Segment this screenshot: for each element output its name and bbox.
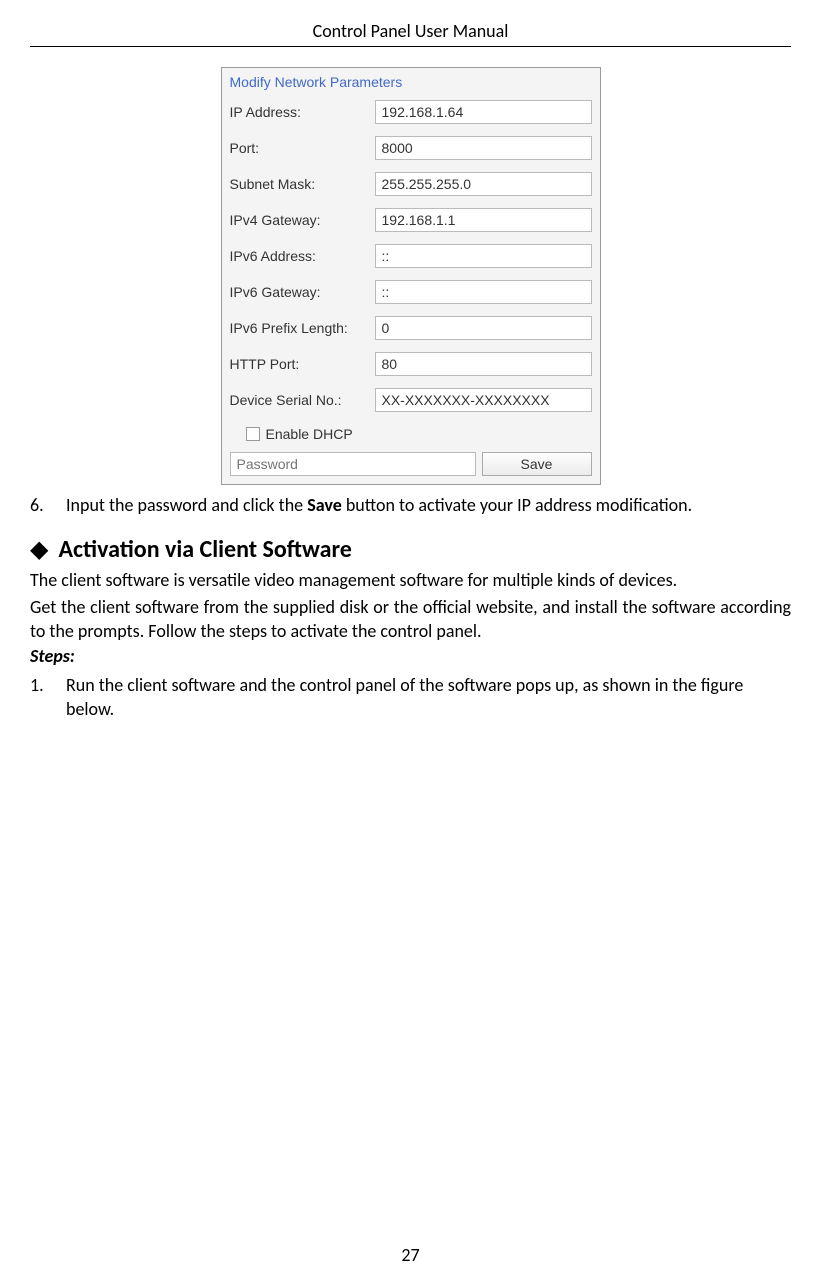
dhcp-row: Enable DHCP <box>222 420 600 448</box>
field-label: Port: <box>230 140 375 156</box>
field-label: IPv6 Address: <box>230 248 375 264</box>
field-label: IPv6 Gateway: <box>230 284 375 300</box>
section-title: Activation via Client Software <box>58 535 351 564</box>
network-parameters-panel: Modify Network Parameters IP Address: Po… <box>221 67 601 485</box>
field-http-port: HTTP Port: <box>222 348 600 384</box>
field-ip-address: IP Address: <box>222 96 600 132</box>
field-subnet-mask: Subnet Mask: <box>222 168 600 204</box>
page-number: 27 <box>0 1244 821 1266</box>
step-number: 1. <box>30 673 66 722</box>
header-title: Control Panel User Manual <box>313 20 509 42</box>
ipv6-address-input[interactable] <box>375 244 592 268</box>
field-serial-no: Device Serial No.: <box>222 384 600 420</box>
section-header: ◆ Activation via Client Software <box>30 535 791 564</box>
step-1: 1. Run the client software and the contr… <box>30 673 791 722</box>
save-button[interactable]: Save <box>482 452 592 476</box>
field-label: IPv4 Gateway: <box>230 212 375 228</box>
field-label: IP Address: <box>230 104 375 120</box>
bottom-row: Save <box>222 448 600 484</box>
diamond-icon: ◆ <box>30 538 48 562</box>
field-ipv6-gateway: IPv6 Gateway: <box>222 276 600 312</box>
field-label: HTTP Port: <box>230 356 375 372</box>
field-label: IPv6 Prefix Length: <box>230 320 375 336</box>
section-para-1: The client software is versatile video m… <box>30 568 791 592</box>
ipv6-gateway-input[interactable] <box>375 280 592 304</box>
step-text: Input the password and click the Save bu… <box>66 493 791 517</box>
step-text-before: Input the password and click the <box>66 494 307 516</box>
dhcp-label: Enable DHCP <box>266 426 353 442</box>
port-input[interactable] <box>375 136 592 160</box>
ipv6-prefix-input[interactable] <box>375 316 592 340</box>
step-text: Run the client software and the control … <box>66 673 791 722</box>
field-ipv4-gateway: IPv4 Gateway: <box>222 204 600 240</box>
field-port: Port: <box>222 132 600 168</box>
step-text-after: button to activate your IP address modif… <box>342 494 692 516</box>
subnet-mask-input[interactable] <box>375 172 592 196</box>
steps-label: Steps: <box>30 645 791 667</box>
panel-title: Modify Network Parameters <box>222 68 600 96</box>
step-number: 6. <box>30 493 66 517</box>
section-para-2: Get the client software from the supplie… <box>30 595 791 644</box>
page-header: Control Panel User Manual <box>30 20 791 47</box>
step-text-bold: Save <box>307 494 342 516</box>
field-label: Subnet Mask: <box>230 176 375 192</box>
field-label: Device Serial No.: <box>230 392 375 408</box>
serial-no-input[interactable] <box>375 388 592 412</box>
step-6: 6. Input the password and click the Save… <box>30 493 791 517</box>
field-ipv6-address: IPv6 Address: <box>222 240 600 276</box>
field-ipv6-prefix: IPv6 Prefix Length: <box>222 312 600 348</box>
ipv4-gateway-input[interactable] <box>375 208 592 232</box>
http-port-input[interactable] <box>375 352 592 376</box>
ip-address-input[interactable] <box>375 100 592 124</box>
dhcp-checkbox[interactable] <box>246 427 260 441</box>
password-input[interactable] <box>230 452 476 476</box>
